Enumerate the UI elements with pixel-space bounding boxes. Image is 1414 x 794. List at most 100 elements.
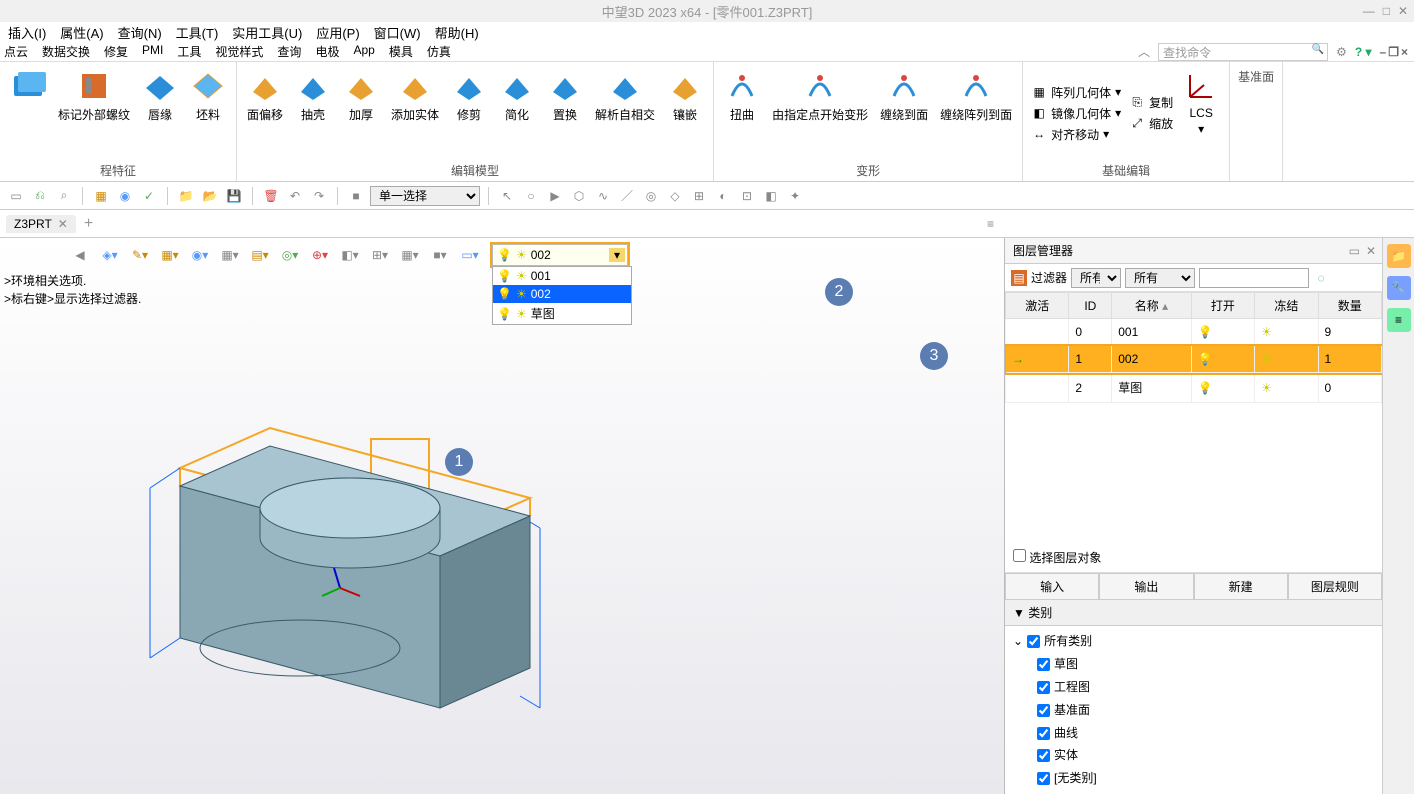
lcs-button[interactable]: LCS ▾ (1181, 66, 1221, 160)
tool-19[interactable]: ／ (617, 186, 637, 206)
doc-close[interactable]: × (1401, 45, 1408, 59)
copy-button[interactable]: ⎘复制 (1129, 94, 1173, 111)
tool-26[interactable]: ✦ (785, 186, 805, 206)
ribbon-btn[interactable]: 扭曲 (722, 66, 762, 160)
vp-11[interactable]: ⊞▾ (370, 245, 390, 265)
col-header[interactable]: 名称 ▴ (1112, 293, 1191, 319)
side-tab-2[interactable]: 🔧 (1387, 276, 1411, 300)
tool-7[interactable]: 📁 (176, 186, 196, 206)
menu-item[interactable]: 属性(A) (56, 23, 107, 42)
tab-item[interactable]: 数据交换 (42, 43, 90, 60)
table-row[interactable]: →1002💡☀1 (1006, 346, 1382, 373)
col-header[interactable]: 数量 (1318, 293, 1381, 319)
vp-8[interactable]: ◎▾ (280, 245, 300, 265)
vp-2[interactable]: ◈▾ (100, 245, 120, 265)
ribbon-btn[interactable]: 简化 (497, 66, 537, 160)
tool-17[interactable]: ⬡ (569, 186, 589, 206)
ribbon-btn[interactable]: 修剪 (449, 66, 489, 160)
search-input[interactable]: 查找命令 (1158, 43, 1328, 61)
category-item[interactable]: ⌄ 所有类别 (1013, 630, 1374, 653)
layer-button[interactable]: 新建 (1194, 573, 1288, 600)
layer-button[interactable]: 图层规则 (1288, 573, 1382, 600)
combo-item-002[interactable]: 💡☀002 (493, 285, 631, 303)
tool-16[interactable]: ▶ (545, 186, 565, 206)
tool-12[interactable]: ↷ (309, 186, 329, 206)
close-icon[interactable]: ✕ (1398, 4, 1408, 18)
side-tab-1[interactable]: 📁 (1387, 244, 1411, 268)
col-header[interactable]: 激活 (1006, 293, 1069, 319)
tab-item[interactable]: PMI (142, 43, 163, 60)
tool-25[interactable]: ◧ (761, 186, 781, 206)
tab-menu-icon[interactable]: ≡ (987, 217, 994, 231)
close-tab-icon[interactable]: ✕ (58, 217, 68, 231)
ribbon-btn[interactable]: 加厚 (341, 66, 381, 160)
ribbon-btn-blank[interactable] (8, 66, 48, 160)
ribbon-btn-thread[interactable]: 标记外部螺纹 (56, 66, 132, 160)
maximize-icon[interactable]: □ (1383, 4, 1390, 18)
filter-select-1[interactable]: 所有 (1071, 268, 1121, 288)
vp-12[interactable]: ▦▾ (400, 245, 420, 265)
col-header[interactable]: ID (1069, 293, 1112, 319)
tab-item[interactable]: App (353, 43, 374, 60)
vp-13[interactable]: ■▾ (430, 245, 450, 265)
tab-item[interactable]: 电极 (315, 43, 339, 60)
tab-item[interactable]: 仿真 (427, 43, 451, 60)
category-item[interactable]: 实体 (1013, 744, 1374, 767)
category-header[interactable]: ▼ 类别 (1005, 600, 1382, 626)
col-header[interactable]: 打开 (1191, 293, 1254, 319)
ribbon-btn[interactable]: 缠绕阵列到面 (938, 66, 1014, 160)
ribbon-btn[interactable]: 抽壳 (293, 66, 333, 160)
filter-icon[interactable]: ▤ (1011, 270, 1027, 286)
vp-14[interactable]: ▭▾ (460, 245, 480, 265)
select-layer-object[interactable]: 选择图层对象 (1005, 543, 1382, 573)
tool-1[interactable]: ▭ (6, 186, 26, 206)
ribbon-btn[interactable]: 由指定点开始变形 (770, 66, 870, 160)
ribbon-btn-stock[interactable]: 坯料 (188, 66, 228, 160)
tool-18[interactable]: ∿ (593, 186, 613, 206)
refresh-icon[interactable]: ◌ (1313, 270, 1329, 286)
combo-item-sketch[interactable]: 💡☀草图 (493, 303, 631, 324)
tool-2[interactable]: ⎌ (30, 186, 50, 206)
tool-11[interactable]: ↶ (285, 186, 305, 206)
vp-6[interactable]: ▦▾ (220, 245, 240, 265)
tool-10[interactable]: 🗑 (261, 186, 281, 206)
tab-item[interactable]: 点云 (4, 43, 28, 60)
doc-minimize[interactable]: – (1380, 45, 1387, 59)
tab-item[interactable]: 修复 (104, 43, 128, 60)
pick-checkbox[interactable] (1013, 549, 1026, 562)
panel-restore-icon[interactable]: ▭ (1349, 244, 1360, 258)
category-item[interactable]: 曲线 (1013, 722, 1374, 745)
ribbon-btn[interactable]: 缠绕到面 (878, 66, 930, 160)
menu-item[interactable]: 工具(T) (172, 23, 223, 42)
tool-22[interactable]: ⊞ (689, 186, 709, 206)
side-tab-3[interactable]: ≡ (1387, 308, 1411, 332)
menu-item[interactable]: 插入(I) (4, 23, 50, 42)
tool-23[interactable]: ◐ (713, 186, 733, 206)
help-icon[interactable]: ? ▾ (1355, 45, 1372, 59)
ribbon-btn[interactable]: 解析自相交 (593, 66, 657, 160)
select-mode[interactable]: 单一选择 (370, 186, 480, 206)
tool-8[interactable]: 📂 (200, 186, 220, 206)
menu-item[interactable]: 窗口(W) (370, 23, 425, 42)
tool-24[interactable]: ⊡ (737, 186, 757, 206)
category-item[interactable]: [无类别] (1013, 767, 1374, 790)
tool-21[interactable]: ◇ (665, 186, 685, 206)
mirror-geom-button[interactable]: ◧镜像几何体 ▾ (1031, 105, 1121, 122)
tab-item[interactable]: 查询 (277, 43, 301, 60)
tool-5[interactable]: ◉ (115, 186, 135, 206)
tab-item[interactable]: 视觉样式 (215, 43, 263, 60)
tab-item[interactable]: 模具 (389, 43, 413, 60)
combo-item-001[interactable]: 💡☀001 (493, 267, 631, 285)
vp-10[interactable]: ◧▾ (340, 245, 360, 265)
viewport[interactable]: ◀ ◈▾ ✎▾ ▦▾ ◉▾ ▦▾ ▤▾ ◎▾ ⊕▾ ◧▾ ⊞▾ ▦▾ ■▾ ▭▾… (0, 238, 1004, 794)
vp-1[interactable]: ◀ (70, 245, 90, 265)
tool-13[interactable]: ■ (346, 186, 366, 206)
tool-3[interactable]: ⌕ (54, 186, 74, 206)
panel-close-icon[interactable]: ✕ (1366, 244, 1376, 258)
doc-restore[interactable]: ❐ (1388, 45, 1399, 59)
menu-item[interactable]: 帮助(H) (431, 23, 483, 42)
tool-9[interactable]: 💾 (224, 186, 244, 206)
category-item[interactable]: 工程图 (1013, 676, 1374, 699)
collapse-icon[interactable]: ︿ (1138, 43, 1150, 60)
ribbon-btn[interactable]: 镶嵌 (665, 66, 705, 160)
